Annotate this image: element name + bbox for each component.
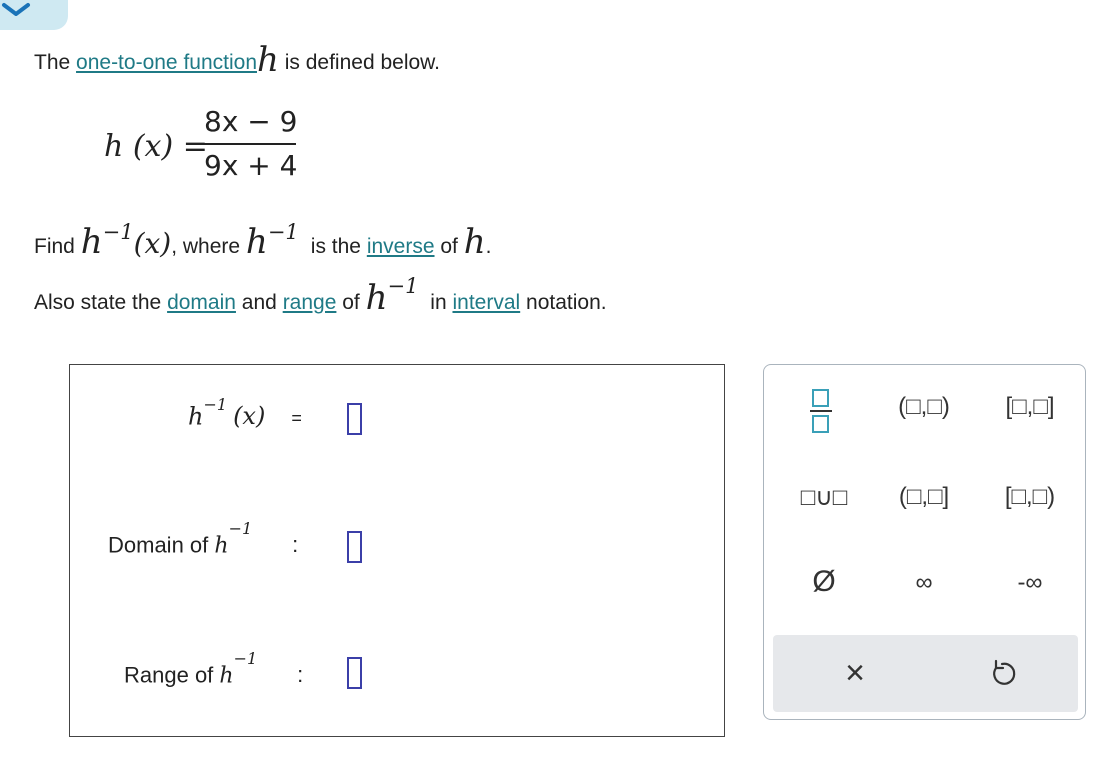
denominator: 9x + 4 <box>204 149 298 182</box>
chevron-down-icon <box>2 3 30 16</box>
undo-icon <box>993 659 1016 685</box>
function-variable: h <box>463 222 486 262</box>
domain-label: Domain of <box>108 532 215 558</box>
inverse-answer-row: h−1 (x) = <box>188 395 302 431</box>
closed-closed-interval-button[interactable]: [□,□] <box>990 393 1070 421</box>
domain-row: Domain of h−1: <box>108 519 299 559</box>
empty-set-button[interactable]: Ø <box>784 565 864 599</box>
domain-input[interactable] <box>347 531 362 563</box>
text: is defined below. <box>278 51 441 74</box>
clear-button[interactable]: × <box>815 653 895 693</box>
fraction-bar <box>204 143 296 145</box>
text: of <box>336 291 366 314</box>
question-line-2: Find h−1(x), where h−1is the inverse of … <box>34 220 492 262</box>
range-row: Range of h−1: <box>124 649 304 689</box>
inverse-symbol: h <box>219 663 234 689</box>
inverse-symbol: h <box>188 402 204 431</box>
inverse-link[interactable]: inverse <box>367 235 435 258</box>
range-label: Range of <box>124 662 220 688</box>
range-link[interactable]: range <box>283 291 337 314</box>
exponent: −1 <box>203 395 228 414</box>
undo-button[interactable] <box>988 659 1018 689</box>
closed-open-interval-button[interactable]: [□,□) <box>990 483 1070 511</box>
union-button[interactable]: □∪□ <box>784 483 864 512</box>
inverse-symbol: h <box>245 222 268 262</box>
open-closed-interval-button[interactable]: (□,□] <box>884 483 964 511</box>
text: of <box>434 235 464 258</box>
function-variable: h <box>257 40 279 80</box>
one-to-one-function-link[interactable]: one-to-one function <box>76 51 257 74</box>
text: and <box>235 291 283 314</box>
equals-sign: = <box>291 408 302 429</box>
question-line-3: Also state the domain and range of h−1 i… <box>34 274 607 318</box>
text: The <box>34 51 77 74</box>
formula-lhs: h (x) = <box>104 129 208 164</box>
text: is the <box>310 235 367 258</box>
infinity-button[interactable]: ∞ <box>884 569 964 597</box>
open-open-interval-button[interactable]: (□,□) <box>884 393 964 421</box>
exponent: −1 <box>267 220 299 244</box>
inverse-symbol: h <box>214 533 229 559</box>
text: in <box>424 291 453 314</box>
keypad-action-bar: × <box>773 635 1078 712</box>
inverse-answer-input[interactable] <box>347 403 362 435</box>
negative-infinity-button[interactable]: -∞ <box>990 569 1070 597</box>
exponent: −1 <box>233 649 258 668</box>
exponent: −1 <box>387 274 419 298</box>
text: , where <box>171 235 246 258</box>
exponent: −1 <box>228 519 253 538</box>
collapse-tab[interactable] <box>0 0 68 30</box>
argument: (x) <box>133 227 172 260</box>
text: Find <box>34 235 81 258</box>
text: . <box>485 235 492 258</box>
colon: : <box>292 532 299 558</box>
interval-link[interactable]: interval <box>452 291 520 314</box>
colon: : <box>297 662 304 688</box>
fraction-icon <box>810 389 832 433</box>
range-input[interactable] <box>347 657 362 689</box>
domain-link[interactable]: domain <box>167 291 236 314</box>
argument: (x) <box>233 402 266 431</box>
text: Also state the <box>34 291 168 314</box>
text: notation. <box>520 291 607 314</box>
numerator: 8x − 9 <box>204 105 298 138</box>
answer-box: h−1 (x) = Domain of h−1: Range of h−1: <box>69 364 725 737</box>
inverse-symbol: h <box>80 222 103 262</box>
math-keypad: (□,□) [□,□] □∪□ (□,□] [□,□) Ø ∞ -∞ × <box>763 364 1086 720</box>
exponent: −1 <box>102 220 134 244</box>
fraction-button[interactable] <box>808 387 834 437</box>
question-line-1: The one-to-one functionh is defined belo… <box>34 40 440 80</box>
inverse-symbol: h <box>365 278 388 318</box>
